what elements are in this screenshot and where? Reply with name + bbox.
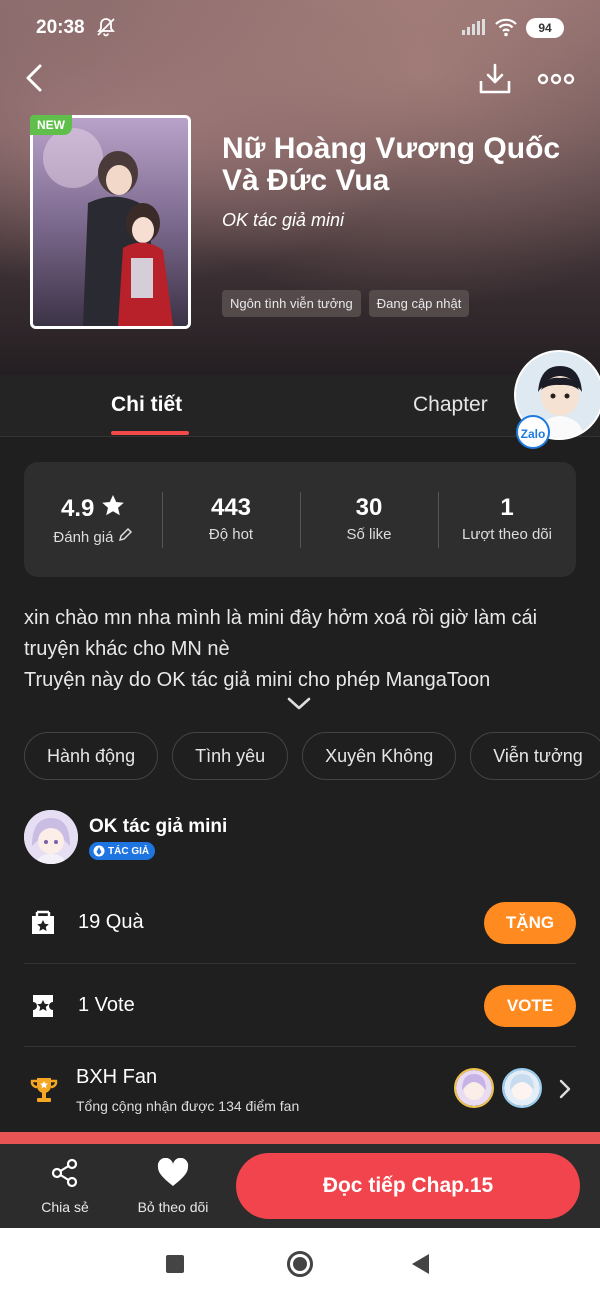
expand-chevron-icon[interactable] <box>286 696 312 717</box>
more-options-button[interactable] <box>536 66 576 92</box>
stat-followers-label: Lượt theo dõi <box>462 526 552 543</box>
hero-tag-status: Đang cập nhật <box>368 290 470 317</box>
unfollow-button[interactable]: Bỏ theo dõi <box>128 1157 218 1215</box>
stat-hot-value: 443 <box>210 494 252 521</box>
stat-hot: 443 Độ hot <box>162 494 300 543</box>
hero-tags: Ngôn tình viễn tưởng Đang cập nhật <box>222 290 470 317</box>
zalo-label[interactable]: Zalo <box>516 415 550 449</box>
vote-ticket-icon <box>28 991 58 1026</box>
continue-reading-button[interactable]: Đọc tiếp Chap.15 <box>236 1153 580 1219</box>
book-author[interactable]: OK tác giả mini <box>222 210 344 231</box>
description-line: Truyện này do OK tác giả mini cho phép M… <box>24 669 491 691</box>
description[interactable]: xin chào mn nha mình là mini đây hởm xoá… <box>24 603 584 696</box>
clock: 20:38 <box>36 17 85 38</box>
avatar <box>504 1070 540 1106</box>
gift-box-icon <box>28 908 58 943</box>
stat-rating[interactable]: 4.9 Đánh giá <box>24 494 162 546</box>
recents-button[interactable] <box>166 1255 184 1273</box>
fan-points-summary: Tổng cộng nhận được 134 điểm fan <box>76 1098 300 1114</box>
fan-ranking-row[interactable]: BXH Fan Tổng cộng nhận được 134 điểm fan <box>24 1060 576 1130</box>
download-button[interactable] <box>476 60 514 98</box>
status-bar: 20:38 94 <box>0 0 600 56</box>
system-back-button[interactable] <box>412 1254 429 1274</box>
book-title-line1: Nữ Hoàng Vương Quốc <box>222 132 561 165</box>
home-button[interactable] <box>287 1251 313 1277</box>
author-role-label: TÁC GIẢ <box>108 845 150 857</box>
genre-chip[interactable]: Tình yêu <box>172 732 289 780</box>
genre-chip[interactable]: Xuyên Không <box>302 732 457 780</box>
top-fan-avatar[interactable] <box>454 1068 494 1108</box>
gift-button[interactable]: TẶNG <box>484 902 576 944</box>
stat-followers-value: 1 <box>500 494 514 521</box>
stats-card: 4.9 Đánh giá 443 Độ hot 30 Số like 1 Lượ… <box>24 462 576 577</box>
author-role-badge: TÁC GIẢ <box>89 842 156 860</box>
pen-icon <box>93 845 105 857</box>
fan-ranking-title: BXH Fan <box>76 1066 158 1088</box>
avatar <box>456 1070 492 1106</box>
cover-illustration <box>33 118 188 326</box>
book-cover[interactable] <box>30 115 191 329</box>
stat-hot-label: Độ hot <box>208 526 254 543</box>
bell-muted-icon <box>95 16 117 43</box>
signal-icon <box>462 19 488 40</box>
new-badge: NEW <box>30 115 72 135</box>
stat-rating-value: 4.9 <box>24 494 162 523</box>
genre-chips: Hành động Tình yêu Xuyên Không Viễn tưởn… <box>24 732 600 780</box>
divider-strip <box>0 1132 600 1144</box>
genre-chip[interactable]: Hành động <box>24 732 159 780</box>
share-button[interactable]: Chia sẻ <box>34 1158 96 1215</box>
vote-row: 1 Vote VOTE <box>24 965 576 1047</box>
stat-likes: 30 Số like <box>300 494 438 543</box>
back-button[interactable] <box>18 60 54 96</box>
heart-icon <box>157 1157 189 1186</box>
avatar <box>24 810 78 864</box>
book-title: Nữ Hoàng Vương Quốc Và Đức Vua <box>222 133 572 197</box>
stat-likes-label: Số like <box>346 526 392 543</box>
chevron-right-icon <box>558 1078 572 1105</box>
edit-pencil-icon <box>118 527 132 542</box>
share-label: Chia sẻ <box>41 1199 89 1215</box>
vote-count: 1 Vote <box>78 994 135 1016</box>
genre-chip[interactable]: Viễn tưởng <box>470 732 600 780</box>
chevron-left-icon <box>26 64 42 92</box>
author-avatar[interactable] <box>24 810 78 864</box>
tab-chapter[interactable]: Chapter <box>413 393 488 417</box>
tab-bar: Chi tiết Chapter <box>0 375 600 437</box>
description-line: truyện khác cho MN nè <box>24 638 230 660</box>
trophy-icon <box>28 1074 60 1111</box>
unfollow-label: Bỏ theo dõi <box>137 1199 209 1215</box>
author-name[interactable]: OK tác giả mini <box>89 816 227 838</box>
gift-row: 19 Quà TẶNG <box>24 882 576 964</box>
tab-detail[interactable]: Chi tiết <box>111 393 182 417</box>
author-row[interactable]: OK tác giả mini TÁC GIẢ <box>24 810 576 864</box>
download-icon <box>479 63 511 94</box>
share-icon <box>51 1158 78 1188</box>
bottom-action-bar: Chia sẻ Bỏ theo dõi Đọc tiếp Chap.15 <box>0 1144 600 1228</box>
gift-count: 19 Quà <box>78 911 144 933</box>
stat-followers: 1 Lượt theo dõi <box>438 494 576 543</box>
stat-rating-label: Đánh giá <box>24 527 162 546</box>
description-line: xin chào mn nha mình là mini đây hởm xoá… <box>24 607 538 629</box>
more-dots-icon <box>537 73 575 85</box>
top-fan-avatar[interactable] <box>502 1068 542 1108</box>
stat-likes-value: 30 <box>355 494 383 521</box>
hero-tag-genre[interactable]: Ngôn tình viễn tưởng <box>222 290 361 317</box>
system-nav-bar <box>0 1228 600 1300</box>
book-title-line2: Và Đức Vua <box>222 164 390 197</box>
star-icon <box>102 495 124 516</box>
vote-button[interactable]: VOTE <box>484 985 576 1027</box>
battery-indicator: 94 <box>526 18 564 38</box>
wifi-icon <box>494 17 518 42</box>
active-tab-indicator <box>111 431 189 435</box>
